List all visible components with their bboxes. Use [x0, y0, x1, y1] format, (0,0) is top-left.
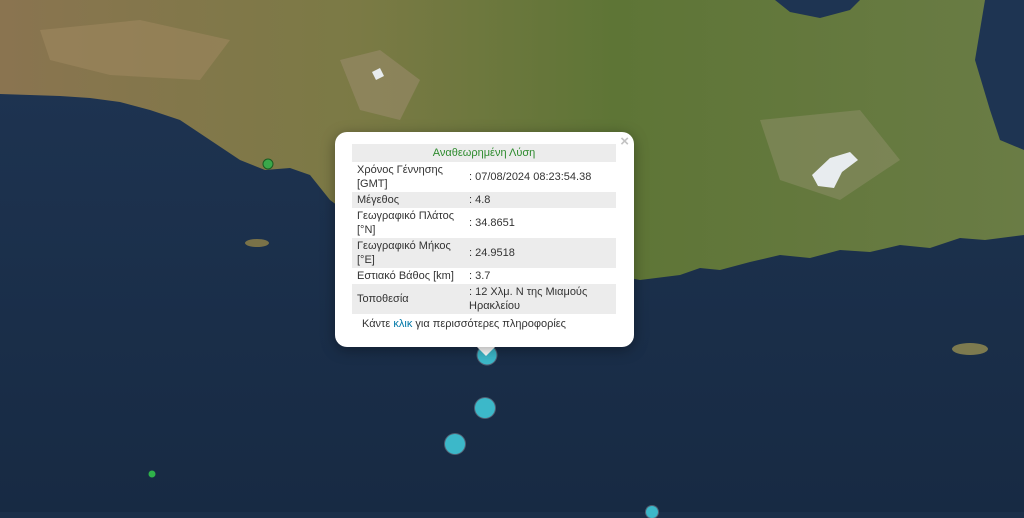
detail-value: : 3.7 [469, 270, 491, 282]
footer-text-after: για περισσότερες πληροφορίες [412, 318, 566, 330]
popup-tip [476, 346, 496, 356]
detail-label: Χρόνος Γέννησης [GMT] [357, 164, 443, 190]
popup-footer: Κάντε κλικ για περισσότερες πληροφορίες [352, 318, 617, 330]
detail-value: : 4.8 [464, 192, 616, 208]
earthquake-marker[interactable] [646, 506, 658, 518]
detail-label: Μέγεθος [352, 192, 464, 208]
earthquake-marker-small-green[interactable] [148, 470, 156, 478]
detail-label: Τοποθεσία [352, 284, 464, 314]
detail-label: Γεωγραφικό Πλάτος [°N] [357, 210, 455, 236]
island-west [245, 239, 269, 247]
earthquake-marker[interactable] [445, 434, 465, 454]
earthquake-marker-small-green[interactable] [262, 158, 274, 170]
detail-value: : 07/08/2024 08:23:54.38 [469, 171, 592, 183]
footer-text-before: Κάντε [362, 318, 394, 330]
island-east [952, 343, 988, 355]
detail-value: : 12 Χλμ. Ν της Μιαμούς Ηρακλείου [464, 284, 616, 314]
earthquake-popup: × Αναθεωρημένη Λύση Χρόνος Γέννησης [GMT… [335, 132, 634, 347]
earthquake-details-table: Αναθεωρημένη Λύση Χρόνος Γέννησης [GMT] … [352, 144, 616, 314]
detail-label: Εστιακό Βάθος [km] [357, 270, 454, 282]
earthquake-marker[interactable] [475, 398, 495, 418]
close-icon[interactable]: × [620, 133, 629, 151]
detail-value: : 34.8651 [469, 217, 515, 229]
popup-title: Αναθεωρημένη Λύση [352, 144, 616, 162]
detail-label: Γεωγραφικό Μήκος [°E] [352, 238, 464, 268]
detail-value: : 24.9518 [464, 238, 616, 268]
more-info-link[interactable]: κλικ [393, 318, 412, 330]
